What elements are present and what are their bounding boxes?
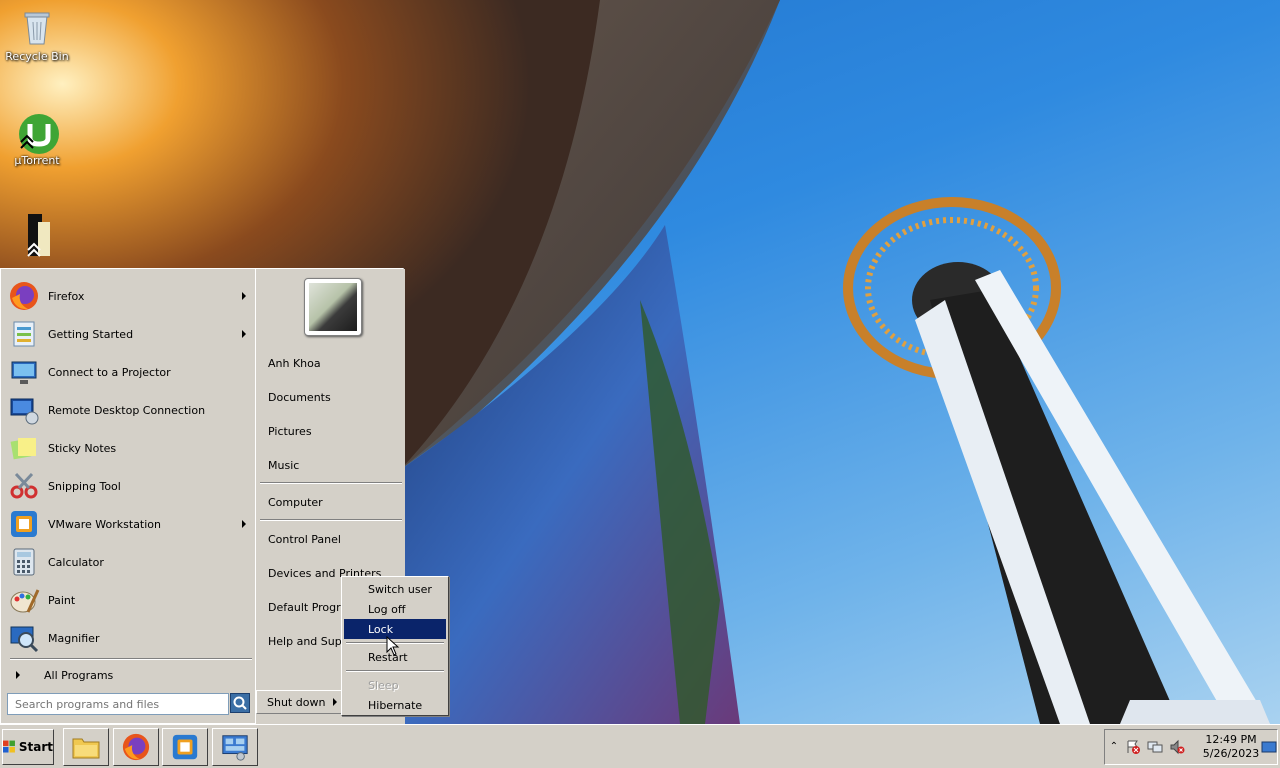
action-center-icon[interactable] — [1125, 739, 1141, 755]
taskbar-control-panel[interactable] — [212, 728, 258, 766]
search-button[interactable] — [230, 693, 250, 713]
volume-muted-icon[interactable] — [1169, 739, 1185, 755]
user-name-link[interactable]: Anh Khoa — [268, 352, 400, 374]
menu-item-label: Sleep — [368, 678, 399, 692]
menu-item-label: Lock — [368, 622, 394, 636]
start-button[interactable]: Start — [2, 729, 54, 765]
mouse-cursor-icon — [386, 636, 400, 656]
submenu-arrow-icon — [242, 520, 246, 528]
desktop-icon-label: µTorrent — [14, 154, 60, 167]
program-paint[interactable]: Paint — [8, 582, 252, 618]
vmware-icon — [11, 511, 37, 537]
desktop-icon-utorrent[interactable]: µTorrent — [1, 112, 73, 167]
menu-item-sleep: Sleep — [344, 675, 446, 695]
search-icon — [233, 696, 247, 710]
program-getting-started[interactable]: Getting Started — [8, 316, 252, 352]
taskbar-firefox[interactable] — [113, 728, 159, 766]
firefox-icon — [10, 282, 38, 310]
utorrent-icon — [17, 112, 59, 154]
link-label: Music — [268, 458, 300, 472]
desktop-icon-label: Recycle Bin — [5, 50, 69, 63]
getting-started-icon — [13, 321, 35, 347]
magnifier-icon — [10, 626, 39, 653]
show-hidden-icons-chevron[interactable]: ⌃ — [1109, 739, 1119, 755]
calculator-icon — [13, 548, 35, 576]
program-label: Firefox — [48, 289, 85, 303]
program-label: Remote Desktop Connection — [48, 403, 206, 417]
taskbar-vmware[interactable] — [162, 728, 208, 766]
link-label: Computer — [268, 495, 323, 509]
control-panel-icon — [222, 735, 248, 761]
menu-separator — [346, 670, 444, 672]
submenu-arrow-icon — [242, 330, 246, 338]
menu-item-label: Hibernate — [368, 698, 423, 712]
all-programs-button[interactable]: All Programs — [12, 664, 252, 686]
network-icon[interactable] — [1147, 739, 1163, 755]
menu-item-label: Log off — [368, 602, 406, 616]
program-label: Snipping Tool — [48, 479, 121, 493]
program-remote-desktop[interactable]: Remote Desktop Connection — [8, 392, 252, 428]
remote-desktop-icon — [10, 398, 39, 425]
shortcut-file-icon — [14, 212, 54, 257]
clock-time: 12:49 PM — [1205, 733, 1257, 746]
search-input[interactable] — [7, 693, 229, 715]
program-vmware[interactable]: VMware Workstation — [8, 506, 252, 542]
programs-separator — [10, 658, 252, 660]
user-avatar[interactable] — [304, 278, 362, 336]
menu-item-log-off[interactable]: Log off — [344, 599, 446, 619]
vmware-icon — [172, 734, 198, 760]
program-label: Connect to a Projector — [48, 365, 171, 379]
program-label: VMware Workstation — [48, 517, 162, 531]
shutdown-options-arrow-icon[interactable] — [333, 698, 337, 706]
program-magnifier[interactable]: Magnifier — [8, 620, 252, 656]
expand-arrow-icon — [16, 671, 20, 679]
link-label: Control Panel — [268, 532, 341, 546]
program-snipping-tool[interactable]: Snipping Tool — [8, 468, 252, 504]
shutdown-label: Shut down — [267, 695, 326, 709]
places-separator — [260, 519, 402, 521]
program-label: Paint — [48, 593, 76, 607]
menu-item-label: Switch user — [368, 582, 432, 596]
show-desktop-icon[interactable] — [1261, 739, 1277, 755]
system-clock[interactable]: 12:49 PM 5/26/2023 — [1201, 733, 1261, 761]
submenu-arrow-icon — [242, 292, 246, 300]
program-sticky-notes[interactable]: Sticky Notes — [8, 430, 252, 466]
link-computer[interactable]: Computer — [268, 491, 400, 513]
snipping-tool-icon — [10, 472, 38, 499]
program-label: Calculator — [48, 555, 104, 569]
program-firefox[interactable]: Firefox — [8, 278, 252, 314]
menu-item-switch-user[interactable]: Switch user — [344, 579, 446, 599]
taskbar-file-explorer[interactable] — [63, 728, 109, 766]
firefox-icon — [122, 733, 150, 761]
start-menu-programs-pane: Firefox Getting Started Connect to a Pro… — [4, 272, 254, 685]
link-music[interactable]: Music — [268, 454, 400, 476]
taskbar: Start ⌃ 12:49 PM 5/26/2023 — [0, 724, 1280, 768]
desktop-icon-recycle-bin[interactable]: Recycle Bin — [1, 8, 73, 63]
clock-date: 5/26/2023 — [1202, 747, 1260, 760]
recycle-bin-icon — [17, 8, 57, 48]
program-connect-projector[interactable]: Connect to a Projector — [8, 354, 252, 390]
system-tray: ⌃ 12:49 PM 5/26/2023 — [1104, 729, 1278, 765]
places-separator — [260, 482, 402, 484]
link-label: Pictures — [268, 424, 312, 438]
program-label: Sticky Notes — [48, 441, 117, 455]
program-label: Magnifier — [48, 631, 100, 645]
link-documents[interactable]: Documents — [268, 386, 400, 408]
projector-icon — [11, 361, 37, 384]
desktop-icon-shortcut[interactable] — [0, 212, 70, 257]
link-control-panel[interactable]: Control Panel — [268, 528, 400, 550]
windows-logo-icon — [3, 740, 15, 753]
program-label: Getting Started — [48, 327, 134, 341]
link-label: Documents — [268, 390, 331, 404]
menu-item-hibernate[interactable]: Hibernate — [344, 695, 446, 715]
program-calculator[interactable]: Calculator — [8, 544, 252, 580]
all-programs-label: All Programs — [44, 668, 114, 682]
start-label: Start — [18, 740, 53, 754]
shutdown-button[interactable]: Shut down — [256, 690, 342, 714]
link-pictures[interactable]: Pictures — [268, 420, 400, 442]
file-explorer-icon — [72, 738, 100, 759]
paint-icon — [10, 589, 40, 613]
user-name: Anh Khoa — [268, 356, 321, 370]
sticky-notes-icon — [10, 438, 36, 460]
